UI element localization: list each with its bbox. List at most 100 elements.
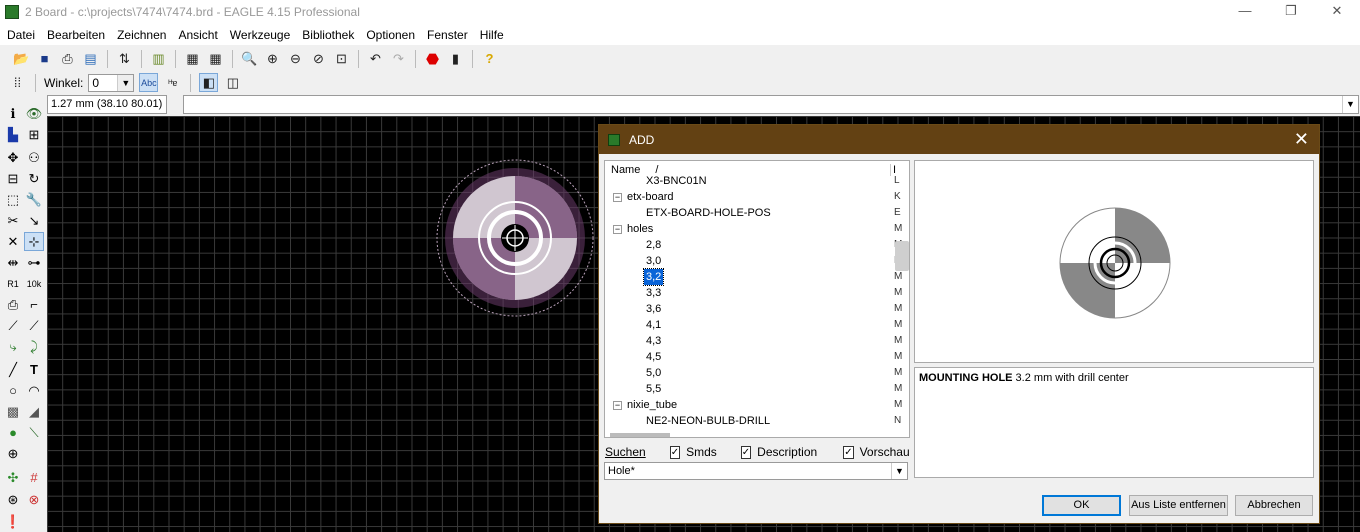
preview-checkbox[interactable]: ✓ <box>843 445 854 459</box>
menu-zeichnen[interactable]: Zeichnen <box>110 28 171 42</box>
redo-icon[interactable]: ↷ <box>389 49 408 68</box>
tree-item-row[interactable]: 3,0M <box>605 253 909 269</box>
smash-icon[interactable]: ⎙ <box>3 295 23 314</box>
open-icon[interactable]: 📂 <box>12 49 31 68</box>
go-icon[interactable]: ▮ <box>446 49 465 68</box>
tree-item-row[interactable]: NE2-NEON-BULB-DRILL N <box>605 413 909 429</box>
pad-orientation-alt-icon[interactable]: ◫ <box>223 73 242 92</box>
search-input[interactable]: Hole* ▼ <box>604 462 908 480</box>
remove-from-list-button[interactable]: Aus Liste entfernen <box>1129 495 1228 516</box>
display-icon[interactable]: ▙ <box>3 125 23 144</box>
ripup-icon[interactable]: ⤸ <box>24 337 44 356</box>
mirror-icon[interactable]: ⊟ <box>3 169 23 188</box>
menu-hilfe[interactable]: Hilfe <box>473 28 509 42</box>
errors-icon[interactable]: ⊗ <box>24 490 44 509</box>
horizontal-scrollbar-thumb[interactable] <box>610 433 670 437</box>
route-icon[interactable]: ⤷ <box>3 337 23 356</box>
zoom-out-icon[interactable]: ⊖ <box>286 49 305 68</box>
library-icon[interactable]: ▥ <box>149 49 168 68</box>
print-icon[interactable]: ⎙ <box>58 49 77 68</box>
ok-button[interactable]: OK <box>1042 495 1121 516</box>
chevron-down-icon[interactable]: ▼ <box>1342 96 1358 113</box>
delete-icon[interactable]: ✕ <box>3 232 23 251</box>
close-button[interactable]: ✕ <box>1314 0 1360 24</box>
text-icon[interactable]: T <box>24 360 44 379</box>
zoom-redraw-icon[interactable]: ⊘ <box>309 49 328 68</box>
erc-icon[interactable]: ❗ <box>3 512 23 531</box>
menu-fenster[interactable]: Fenster <box>420 28 473 42</box>
cut-icon[interactable]: ↘ <box>24 211 44 230</box>
description-checkbox[interactable]: ✓ <box>740 445 752 459</box>
add-icon[interactable]: ⊹ <box>24 232 44 251</box>
ulp-icon[interactable]: ▦ <box>206 49 225 68</box>
collapse-icon[interactable]: − <box>613 401 622 410</box>
text-abc-icon[interactable]: Abc <box>139 73 159 92</box>
hole-icon[interactable]: ⊕ <box>3 444 23 463</box>
collapse-icon[interactable]: − <box>613 225 622 234</box>
vertical-scrollbar-thumb[interactable] <box>895 241 909 271</box>
zoom-fit-icon[interactable]: 🔍 <box>240 49 259 68</box>
signal-icon[interactable]: ⟍ <box>24 423 44 442</box>
tree-item-row[interactable]: 5,5 M <box>605 381 909 397</box>
schematic-icon[interactable]: ⇅ <box>115 49 134 68</box>
cancel-button[interactable]: Abbrechen <box>1235 495 1313 516</box>
ratsnest-icon[interactable]: ✣ <box>3 468 23 487</box>
cam-icon[interactable]: ▤ <box>81 49 100 68</box>
mark-icon[interactable]: ⊞ <box>24 125 44 144</box>
tree-item-row[interactable]: 3,3 M <box>605 285 909 301</box>
tree-item-row[interactable]: 4,1 M <box>605 317 909 333</box>
text-mirror-icon[interactable]: ᴴɐ <box>163 73 182 92</box>
tree-item-row[interactable]: 2,8M <box>605 237 909 253</box>
command-input[interactable]: ▼ <box>183 95 1359 114</box>
polygon-icon[interactable]: ◢ <box>24 402 44 421</box>
grid-icon[interactable]: ⁞⁞ <box>8 73 27 92</box>
stop-icon[interactable]: ⬣ <box>423 49 442 68</box>
tree-group-row[interactable]: − nixie_tube M <box>605 397 909 413</box>
zoom-in-icon[interactable]: ⊕ <box>263 49 282 68</box>
menu-datei[interactable]: Datei <box>0 28 40 42</box>
move-icon[interactable]: ✥ <box>3 148 23 167</box>
tree-group-row[interactable]: − holes M <box>605 221 909 237</box>
menu-bearbeiten[interactable]: Bearbeiten <box>40 28 110 42</box>
library-tree[interactable]: Name / I X3-BNC01N L − etx-board K ETX-BOARD-… <box>604 160 910 438</box>
menu-bibliothek[interactable]: Bibliothek <box>295 28 359 42</box>
rotate-icon[interactable]: ↻ <box>24 169 44 188</box>
tree-item-row[interactable]: 5,0 M <box>605 365 909 381</box>
close-icon[interactable]: ✕ <box>1294 129 1309 150</box>
copy-icon[interactable]: ⚇ <box>24 148 44 167</box>
tree-item-row[interactable]: 4,5 M <box>605 349 909 365</box>
tree-item-row[interactable]: X3-BNC01N L <box>605 173 909 189</box>
maximize-button[interactable]: ❐ <box>1268 0 1314 24</box>
menu-optionen[interactable]: Optionen <box>359 28 420 42</box>
rect-icon[interactable]: ▩ <box>3 402 23 421</box>
split-icon[interactable]: ⟋ <box>3 316 23 335</box>
miter-icon[interactable]: ⌐ <box>24 295 44 314</box>
save-icon[interactable]: ■ <box>35 49 54 68</box>
zoom-select-icon[interactable]: ⊡ <box>332 49 351 68</box>
collapse-icon[interactable]: − <box>613 193 622 202</box>
info-icon[interactable]: ℹ <box>3 104 23 123</box>
circle-icon[interactable]: ○ <box>3 381 23 400</box>
smds-checkbox[interactable]: ✓ <box>669 445 681 459</box>
tree-group-row[interactable]: − etx-board K <box>605 189 909 205</box>
lock-icon[interactable]: ⊶ <box>24 253 44 272</box>
minimize-button[interactable]: — <box>1222 0 1268 24</box>
pad-orientation-icon[interactable]: ◧ <box>199 73 219 92</box>
show-icon[interactable]: 👁 <box>24 104 44 123</box>
script-icon[interactable]: ▦ <box>183 49 202 68</box>
value-icon[interactable]: 10k <box>24 274 44 293</box>
tree-item-row[interactable]: 3,6 M <box>605 301 909 317</box>
menu-werkzeuge[interactable]: Werkzeuge <box>223 28 295 42</box>
auto-icon[interactable]: # <box>24 468 44 487</box>
group-icon[interactable]: ⬚ <box>3 190 23 209</box>
change-icon[interactable]: 🔧 <box>24 190 44 209</box>
help-icon[interactable]: ? <box>480 49 499 68</box>
tree-item-row[interactable]: 4,3 M <box>605 333 909 349</box>
menu-ansicht[interactable]: Ansicht <box>171 28 222 42</box>
wire-icon[interactable]: ╱ <box>3 360 23 379</box>
angle-select[interactable]: 0 ▼ <box>88 73 135 92</box>
name-icon[interactable]: R1 <box>3 274 23 293</box>
drc-icon[interactable]: ⊛ <box>3 490 23 509</box>
via-icon[interactable]: ● <box>3 423 23 442</box>
optimize-icon[interactable]: ⟋ <box>24 316 44 335</box>
